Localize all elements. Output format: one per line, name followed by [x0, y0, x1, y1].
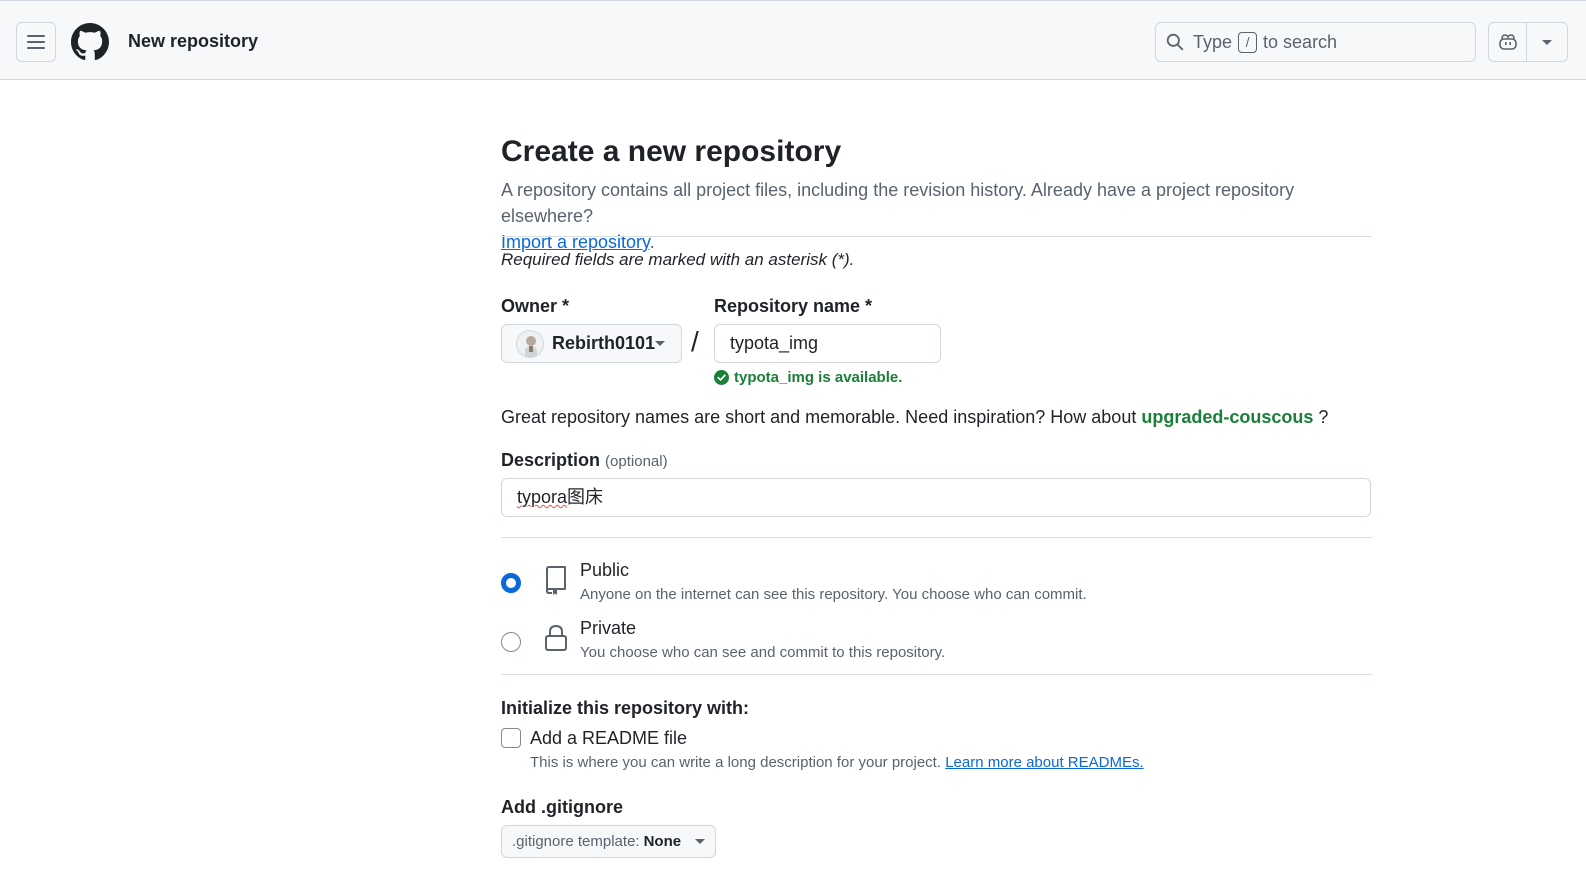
suggested-name-link[interactable]: upgraded-couscous: [1141, 407, 1313, 427]
public-radio[interactable]: [501, 573, 521, 593]
learn-more-readmes-link[interactable]: Learn more about READMEs.: [945, 754, 1143, 771]
gitignore-template-select[interactable]: .gitignore template: None: [501, 825, 716, 858]
header-title: New repository: [128, 31, 259, 51]
initialize-label: Initialize this repository with:: [501, 698, 750, 718]
intro-text: A repository contains all project files,…: [501, 177, 1372, 255]
owner-select[interactable]: Rebirth0101: [501, 324, 682, 363]
public-option-description: Anyone on the internet can see this repo…: [580, 586, 1087, 603]
copilot-icon: [1498, 34, 1517, 50]
description-value-misspelled: typora: [517, 487, 568, 507]
gitignore-prefix: .gitignore template:: [512, 833, 640, 850]
owner-repo-separator: /: [691, 326, 699, 357]
check-circle-icon: [714, 370, 729, 385]
menu-button[interactable]: [16, 22, 56, 62]
search-text-before: Type: [1193, 31, 1233, 52]
description-value-rest: 图床: [567, 487, 604, 507]
gitignore-label: Add .gitignore: [501, 797, 623, 817]
required-fields-note: Required fields are marked with an aster…: [501, 250, 855, 269]
lock-icon: [545, 624, 567, 651]
suggestion-end: ?: [1318, 407, 1329, 427]
chevron-down-icon: [1542, 39, 1552, 45]
hamburger-icon: [27, 35, 45, 49]
private-radio[interactable]: [501, 632, 521, 652]
github-logo-icon[interactable]: [71, 23, 109, 61]
optional-tag: (optional): [605, 453, 668, 470]
readme-label[interactable]: Add a README file: [530, 728, 687, 749]
suggestion-text: Great repository names are short and mem…: [501, 407, 1137, 427]
private-option-title: Private: [580, 618, 637, 638]
repository-name-input[interactable]: typota_img: [714, 324, 941, 363]
copilot-menu: [1488, 22, 1568, 62]
readme-checkbox[interactable]: [501, 728, 521, 748]
avatar: [516, 329, 544, 358]
search-icon: [1166, 33, 1184, 51]
repo-icon: [546, 566, 566, 595]
description-label-text: Description: [501, 450, 601, 470]
intro-end: .: [649, 232, 655, 252]
intro-description: A repository contains all project files,…: [501, 180, 1295, 226]
availability-message: typota_img is available.: [714, 369, 902, 386]
readme-description-text: This is where you can write a long descr…: [530, 754, 942, 771]
divider: [501, 236, 1372, 237]
import-repository-link[interactable]: Import a repository: [501, 232, 650, 252]
search-input[interactable]: Type / to search: [1155, 22, 1476, 62]
chevron-down-icon: [655, 341, 665, 346]
copilot-dropdown-button[interactable]: [1527, 23, 1567, 61]
private-option-description: You choose who can see and commit to thi…: [580, 644, 946, 661]
description-label: Description (optional): [501, 450, 668, 471]
owner-label: Owner *: [501, 296, 570, 316]
chevron-down-icon: [695, 839, 705, 844]
gitignore-value: None: [643, 833, 682, 850]
owner-name: Rebirth0101: [551, 333, 655, 353]
divider: [501, 537, 1372, 538]
search-text-after: to search: [1263, 31, 1338, 52]
search-shortcut-key: /: [1238, 31, 1258, 53]
readme-description: This is where you can write a long descr…: [530, 754, 1144, 771]
public-option-title: Public: [580, 560, 630, 580]
name-suggestion: Great repository names are short and mem…: [501, 407, 1328, 428]
repository-name-label: Repository name *: [714, 296, 873, 316]
description-input[interactable]: typora图床: [501, 478, 1371, 517]
page-title: Create a new repository: [501, 135, 842, 168]
copilot-button[interactable]: [1489, 23, 1527, 61]
top-bar: New repository Type / to search: [0, 0, 1586, 80]
divider: [501, 674, 1372, 675]
availability-text: typota_img is available.: [734, 369, 903, 386]
